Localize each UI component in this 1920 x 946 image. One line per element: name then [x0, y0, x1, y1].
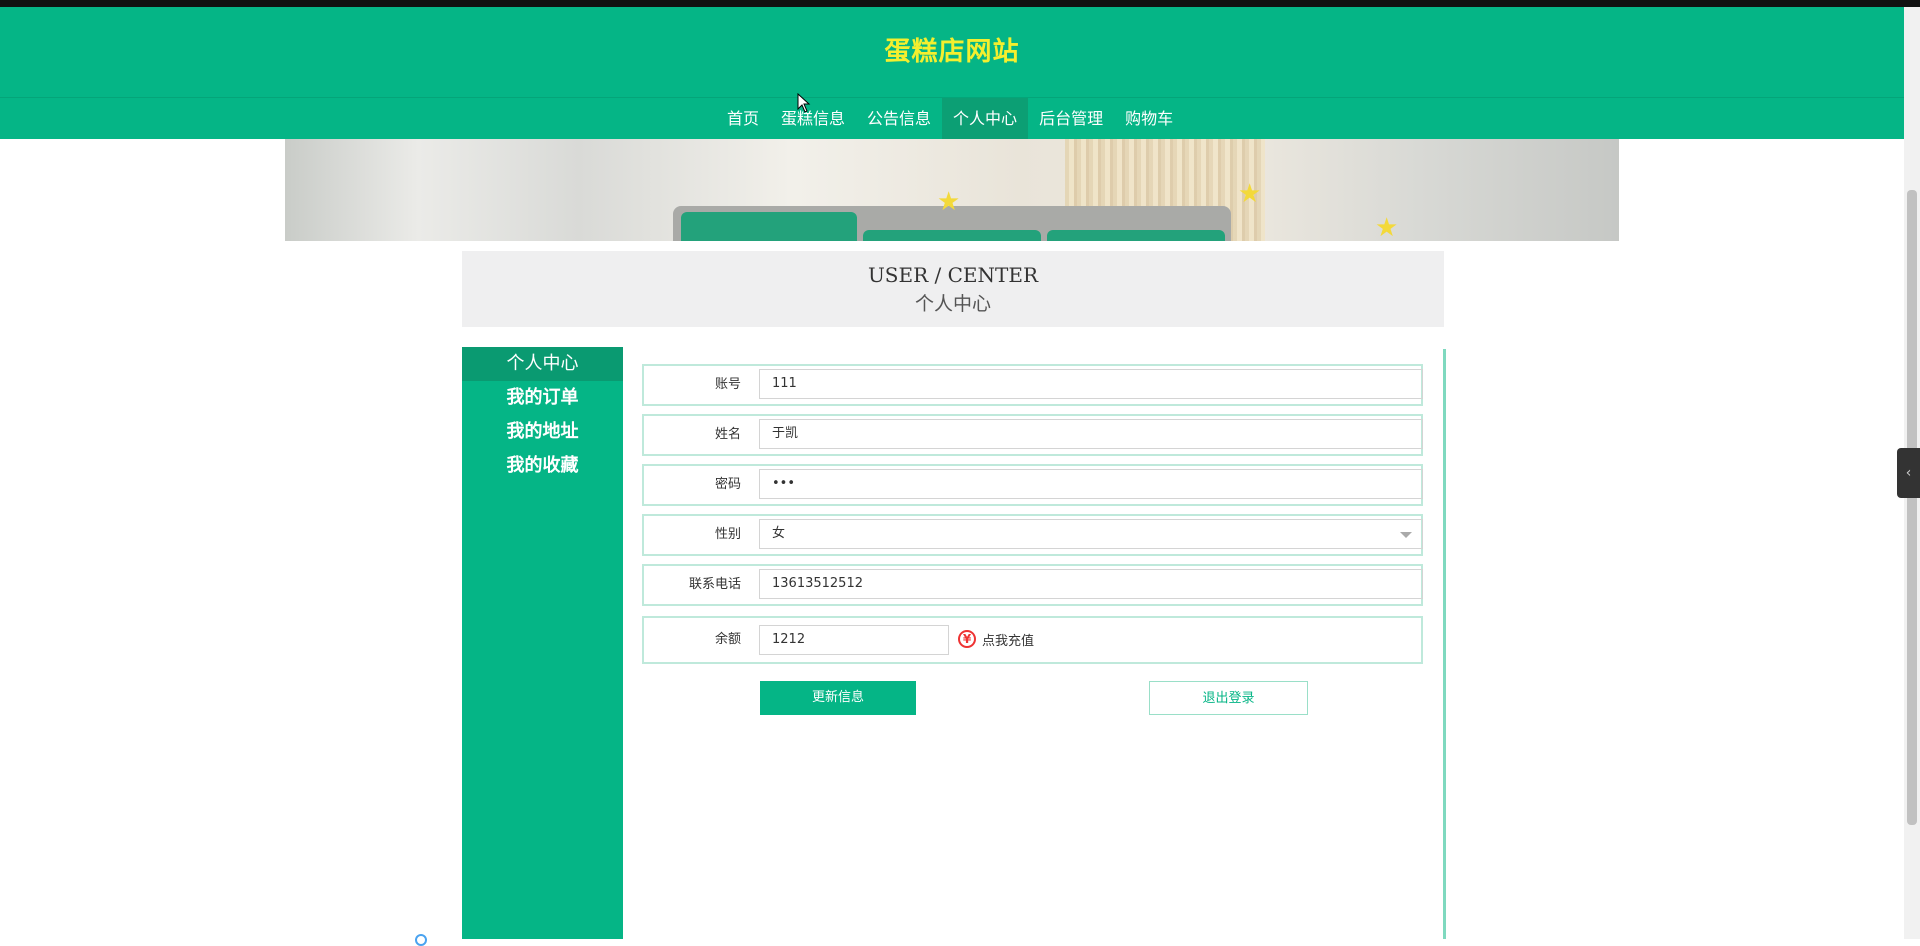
- sidebar-item-my-orders[interactable]: 我的订单: [462, 381, 623, 415]
- form-row-gender: 性别 女: [642, 514, 1423, 556]
- user-sidebar: 个人中心 我的订单 我的地址 我的收藏: [462, 347, 623, 939]
- sidebar-item-my-address[interactable]: 我的地址: [462, 415, 623, 449]
- site-title: 蛋糕店网站: [884, 37, 1020, 67]
- site-header: 蛋糕店网站: [0, 7, 1904, 98]
- nav-cart[interactable]: 购物车: [1114, 98, 1184, 139]
- gender-select[interactable]: 女: [759, 519, 1423, 549]
- star-decoration-icon: ★: [937, 187, 961, 217]
- form-row-password: 密码 •••: [642, 464, 1423, 506]
- logout-button[interactable]: 退出登录: [1149, 681, 1308, 715]
- password-label: 密码: [714, 477, 741, 492]
- banner-tab: [1047, 230, 1225, 241]
- star-decoration-icon: ★: [1375, 213, 1399, 241]
- browser-top-strip: [0, 0, 1920, 7]
- mouse-cursor-icon: [797, 93, 811, 113]
- balance-label: 余额: [714, 632, 741, 647]
- account-label: 账号: [714, 377, 741, 392]
- nav-announcements[interactable]: 公告信息: [856, 98, 942, 139]
- name-field[interactable]: 于凯: [759, 419, 1423, 449]
- account-field[interactable]: 111: [759, 369, 1423, 399]
- banner-image: ★ ★ ★: [285, 139, 1619, 241]
- nav-admin[interactable]: 后台管理: [1028, 98, 1114, 139]
- form-row-phone: 联系电话 13613512512: [642, 564, 1423, 606]
- panel-border: [1443, 349, 1446, 939]
- form-row-balance: 余额 1212 ¥ 点我充值: [642, 616, 1423, 664]
- nav-items: 首页 蛋糕信息 公告信息 个人中心 后台管理 购物车: [716, 98, 1184, 139]
- password-field[interactable]: •••: [759, 469, 1423, 499]
- heading-chinese: 个人中心: [914, 293, 991, 315]
- nav-cake-info[interactable]: 蛋糕信息: [770, 98, 856, 139]
- nav-home[interactable]: 首页: [716, 98, 770, 139]
- update-info-button[interactable]: 更新信息: [760, 681, 916, 715]
- floating-widget-icon[interactable]: [415, 934, 427, 946]
- star-decoration-icon: ★: [1238, 179, 1262, 209]
- form-row-account: 账号 111: [642, 364, 1423, 406]
- nav-user-center[interactable]: 个人中心: [942, 98, 1029, 139]
- gender-selected-value: 女: [772, 526, 786, 541]
- recharge-link[interactable]: 点我充值: [982, 621, 1034, 663]
- heading-english: USER / CENTER: [867, 263, 1039, 287]
- chevron-left-icon[interactable]: ‹: [1897, 448, 1920, 498]
- scrollbar-thumb[interactable]: [1907, 190, 1917, 825]
- gender-label: 性别: [714, 527, 741, 542]
- name-label: 姓名: [714, 427, 741, 442]
- form-row-name: 姓名 于凯: [642, 414, 1423, 456]
- balance-field[interactable]: 1212: [759, 625, 949, 655]
- sidebar-item-my-favorites[interactable]: 我的收藏: [462, 449, 623, 483]
- main-nav: 首页 蛋糕信息 公告信息 个人中心 后台管理 购物车: [0, 98, 1904, 139]
- yen-icon[interactable]: ¥: [958, 630, 976, 648]
- user-center-heading: USER / CENTER 个人中心: [462, 251, 1444, 327]
- sidebar-item-user-center[interactable]: 个人中心: [462, 347, 623, 381]
- phone-label: 联系电话: [688, 577, 741, 592]
- phone-field[interactable]: 13613512512: [759, 569, 1423, 599]
- chevron-down-icon: [1400, 532, 1412, 538]
- banner-tab: [681, 212, 857, 241]
- banner-tab: [863, 230, 1041, 241]
